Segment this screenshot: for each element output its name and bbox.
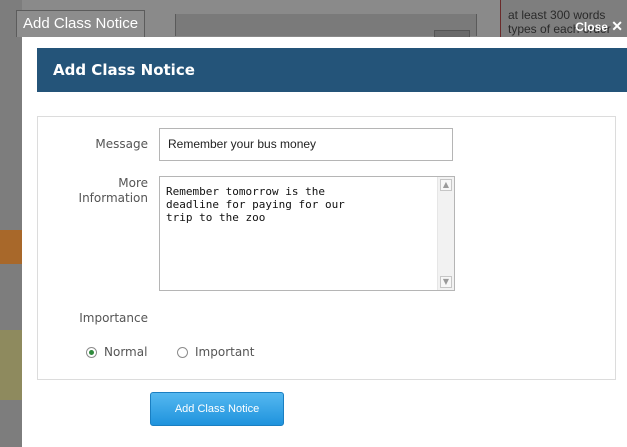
more-information-text: Remember tomorrow is the deadline for pa… [166, 185, 345, 224]
background-image-block [0, 330, 22, 400]
importance-important-radio[interactable] [177, 347, 188, 358]
dialog-heading: Add Class Notice [53, 61, 195, 79]
more-information-label-line: Information [78, 191, 148, 205]
dialog-header: Add Class Notice [37, 48, 627, 92]
close-label: Close [575, 20, 608, 34]
message-label: Message [95, 137, 148, 151]
add-class-notice-dialog: Add Class Notice Message Remember your b… [22, 37, 627, 447]
close-icon: ✕ [611, 18, 623, 34]
window-title-tab: Add Class Notice [16, 10, 146, 37]
scroll-down-icon[interactable]: ▼ [440, 276, 452, 288]
more-information-label-line: More [118, 176, 148, 190]
close-button[interactable]: Close ✕ [575, 18, 623, 35]
importance-normal-label[interactable]: Normal [104, 345, 147, 360]
textarea-scrollbar[interactable]: ▲ ▼ [437, 177, 454, 290]
add-class-notice-button[interactable]: Add Class Notice [150, 392, 284, 426]
message-input[interactable]: Remember your bus money [159, 128, 453, 161]
background-toolbar [175, 14, 477, 36]
importance-label: Importance [79, 311, 148, 325]
window-title: Add Class Notice [23, 15, 139, 32]
scroll-up-icon[interactable]: ▲ [440, 179, 452, 191]
more-information-textarea[interactable]: Remember tomorrow is the deadline for pa… [159, 176, 455, 291]
importance-important-label[interactable]: Important [195, 345, 255, 360]
background-orange-block [0, 230, 22, 264]
notice-form: Message Remember your bus money More Inf… [37, 116, 616, 380]
importance-normal-radio[interactable] [86, 347, 97, 358]
more-information-label: More Information [38, 176, 148, 206]
